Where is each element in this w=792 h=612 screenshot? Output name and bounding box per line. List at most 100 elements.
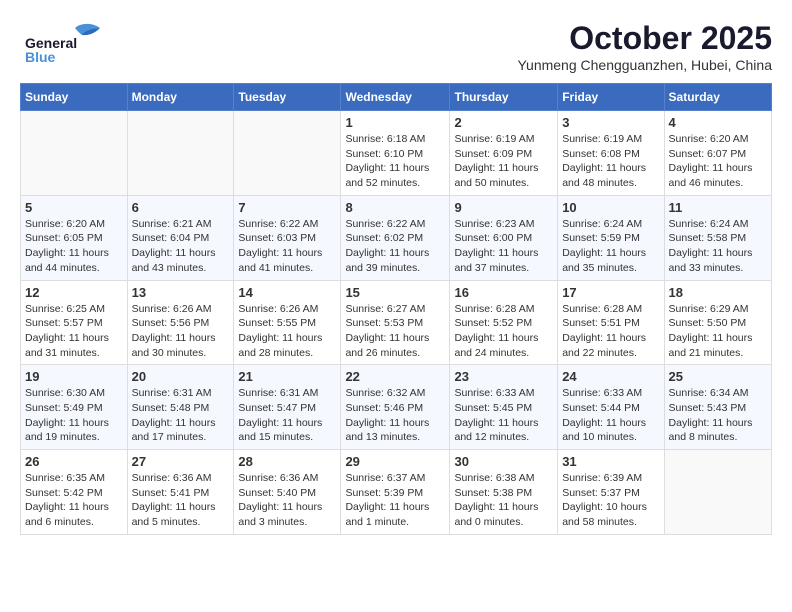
- weekday-header: Sunday: [21, 84, 128, 111]
- calendar-cell: 9 Sunrise: 6:23 AM Sunset: 6:00 PM Daylig…: [450, 195, 558, 280]
- day-number: 30: [454, 454, 553, 469]
- weekday-header-row: SundayMondayTuesdayWednesdayThursdayFrid…: [21, 84, 772, 111]
- calendar-cell: 13 Sunrise: 6:26 AM Sunset: 5:56 PM Dayli…: [127, 280, 234, 365]
- weekday-header: Tuesday: [234, 84, 341, 111]
- location: Yunmeng Chengguanzhen, Hubei, China: [517, 57, 772, 73]
- title-area: October 2025 Yunmeng Chengguanzhen, Hube…: [517, 20, 772, 73]
- calendar-cell: 30 Sunrise: 6:38 AM Sunset: 5:38 PM Dayli…: [450, 450, 558, 535]
- calendar-cell: [234, 111, 341, 196]
- day-info: Sunrise: 6:28 AM Sunset: 5:52 PM Dayligh…: [454, 302, 553, 361]
- weekday-header: Saturday: [664, 84, 771, 111]
- calendar-cell: [664, 450, 771, 535]
- calendar-week-row: 12 Sunrise: 6:25 AM Sunset: 5:57 PM Dayli…: [21, 280, 772, 365]
- day-info: Sunrise: 6:35 AM Sunset: 5:42 PM Dayligh…: [25, 471, 123, 530]
- day-number: 4: [669, 115, 767, 130]
- day-number: 19: [25, 369, 123, 384]
- calendar-cell: 27Sunrise: 6:36 AM Sunset: 5:41 PM Dayli…: [127, 450, 234, 535]
- day-number: 20: [132, 369, 230, 384]
- day-number: 8: [345, 200, 445, 215]
- calendar-cell: 26Sunrise: 6:35 AM Sunset: 5:42 PM Dayli…: [21, 450, 128, 535]
- calendar-cell: 3 Sunrise: 6:19 AM Sunset: 6:08 PM Daylig…: [558, 111, 664, 196]
- page-header: General Blue October 2025 Yunmeng Chengg…: [20, 20, 772, 73]
- day-info: Sunrise: 6:31 AM Sunset: 5:48 PM Dayligh…: [132, 386, 230, 445]
- day-info: Sunrise: 6:25 AM Sunset: 5:57 PM Dayligh…: [25, 302, 123, 361]
- day-number: 31: [562, 454, 659, 469]
- day-number: 22: [345, 369, 445, 384]
- day-info: Sunrise: 6:28 AM Sunset: 5:51 PM Dayligh…: [562, 302, 659, 361]
- weekday-header: Monday: [127, 84, 234, 111]
- day-info: Sunrise: 6:19 AM Sunset: 6:08 PM Dayligh…: [562, 132, 659, 191]
- calendar-week-row: 19 Sunrise: 6:30 AM Sunset: 5:49 PM Dayli…: [21, 365, 772, 450]
- day-number: 3: [562, 115, 659, 130]
- day-info: Sunrise: 6:24 AM Sunset: 5:59 PM Dayligh…: [562, 217, 659, 276]
- calendar-cell: 6Sunrise: 6:21 AM Sunset: 6:04 PM Daylig…: [127, 195, 234, 280]
- calendar-cell: 4 Sunrise: 6:20 AM Sunset: 6:07 PM Daylig…: [664, 111, 771, 196]
- day-info: Sunrise: 6:38 AM Sunset: 5:38 PM Dayligh…: [454, 471, 553, 530]
- day-number: 28: [238, 454, 336, 469]
- day-info: Sunrise: 6:34 AM Sunset: 5:43 PM Dayligh…: [669, 386, 767, 445]
- calendar-table: SundayMondayTuesdayWednesdayThursdayFrid…: [20, 83, 772, 535]
- day-number: 1: [345, 115, 445, 130]
- calendar-cell: 14 Sunrise: 6:26 AM Sunset: 5:55 PM Dayli…: [234, 280, 341, 365]
- day-info: Sunrise: 6:26 AM Sunset: 5:56 PM Dayligh…: [132, 302, 230, 361]
- day-number: 14: [238, 285, 336, 300]
- day-number: 29: [345, 454, 445, 469]
- calendar-cell: 8Sunrise: 6:22 AM Sunset: 6:02 PM Daylig…: [341, 195, 450, 280]
- day-number: 24: [562, 369, 659, 384]
- calendar-cell: 25 Sunrise: 6:34 AM Sunset: 5:43 PM Dayli…: [664, 365, 771, 450]
- day-info: Sunrise: 6:27 AM Sunset: 5:53 PM Dayligh…: [345, 302, 445, 361]
- logo-svg: General Blue: [20, 20, 110, 65]
- day-info: Sunrise: 6:20 AM Sunset: 6:05 PM Dayligh…: [25, 217, 123, 276]
- day-info: Sunrise: 6:33 AM Sunset: 5:44 PM Dayligh…: [562, 386, 659, 445]
- day-number: 13: [132, 285, 230, 300]
- day-number: 7: [238, 200, 336, 215]
- day-number: 6: [132, 200, 230, 215]
- day-number: 16: [454, 285, 553, 300]
- day-number: 17: [562, 285, 659, 300]
- svg-text:Blue: Blue: [25, 49, 56, 65]
- calendar-week-row: 1 Sunrise: 6:18 AM Sunset: 6:10 PM Daylig…: [21, 111, 772, 196]
- day-info: Sunrise: 6:33 AM Sunset: 5:45 PM Dayligh…: [454, 386, 553, 445]
- calendar-cell: 22 Sunrise: 6:32 AM Sunset: 5:46 PM Dayli…: [341, 365, 450, 450]
- day-number: 11: [669, 200, 767, 215]
- calendar-cell: [21, 111, 128, 196]
- day-number: 21: [238, 369, 336, 384]
- calendar-cell: [127, 111, 234, 196]
- calendar-cell: 7 Sunrise: 6:22 AM Sunset: 6:03 PM Daylig…: [234, 195, 341, 280]
- day-number: 2: [454, 115, 553, 130]
- calendar-cell: 19 Sunrise: 6:30 AM Sunset: 5:49 PM Dayli…: [21, 365, 128, 450]
- day-number: 25: [669, 369, 767, 384]
- calendar-cell: 15Sunrise: 6:27 AM Sunset: 5:53 PM Dayli…: [341, 280, 450, 365]
- day-info: Sunrise: 6:26 AM Sunset: 5:55 PM Dayligh…: [238, 302, 336, 361]
- day-info: Sunrise: 6:39 AM Sunset: 5:37 PM Dayligh…: [562, 471, 659, 530]
- weekday-header: Thursday: [450, 84, 558, 111]
- day-number: 5: [25, 200, 123, 215]
- calendar-cell: 20 Sunrise: 6:31 AM Sunset: 5:48 PM Dayli…: [127, 365, 234, 450]
- calendar-cell: 16 Sunrise: 6:28 AM Sunset: 5:52 PM Dayli…: [450, 280, 558, 365]
- calendar-week-row: 26Sunrise: 6:35 AM Sunset: 5:42 PM Dayli…: [21, 450, 772, 535]
- calendar-cell: 18Sunrise: 6:29 AM Sunset: 5:50 PM Dayli…: [664, 280, 771, 365]
- logo: General Blue: [20, 20, 110, 65]
- day-info: Sunrise: 6:31 AM Sunset: 5:47 PM Dayligh…: [238, 386, 336, 445]
- calendar-cell: 1 Sunrise: 6:18 AM Sunset: 6:10 PM Daylig…: [341, 111, 450, 196]
- day-number: 9: [454, 200, 553, 215]
- day-number: 12: [25, 285, 123, 300]
- day-info: Sunrise: 6:18 AM Sunset: 6:10 PM Dayligh…: [345, 132, 445, 191]
- calendar-cell: 29Sunrise: 6:37 AM Sunset: 5:39 PM Dayli…: [341, 450, 450, 535]
- weekday-header: Friday: [558, 84, 664, 111]
- day-info: Sunrise: 6:36 AM Sunset: 5:40 PM Dayligh…: [238, 471, 336, 530]
- calendar-cell: 23Sunrise: 6:33 AM Sunset: 5:45 PM Dayli…: [450, 365, 558, 450]
- day-info: Sunrise: 6:23 AM Sunset: 6:00 PM Dayligh…: [454, 217, 553, 276]
- day-info: Sunrise: 6:20 AM Sunset: 6:07 PM Dayligh…: [669, 132, 767, 191]
- day-info: Sunrise: 6:22 AM Sunset: 6:03 PM Dayligh…: [238, 217, 336, 276]
- day-number: 27: [132, 454, 230, 469]
- calendar-week-row: 5 Sunrise: 6:20 AM Sunset: 6:05 PM Daylig…: [21, 195, 772, 280]
- calendar-cell: 21 Sunrise: 6:31 AM Sunset: 5:47 PM Dayli…: [234, 365, 341, 450]
- day-number: 18: [669, 285, 767, 300]
- calendar-cell: 24 Sunrise: 6:33 AM Sunset: 5:44 PM Dayli…: [558, 365, 664, 450]
- day-info: Sunrise: 6:32 AM Sunset: 5:46 PM Dayligh…: [345, 386, 445, 445]
- day-info: Sunrise: 6:30 AM Sunset: 5:49 PM Dayligh…: [25, 386, 123, 445]
- weekday-header: Wednesday: [341, 84, 450, 111]
- calendar-cell: 5 Sunrise: 6:20 AM Sunset: 6:05 PM Daylig…: [21, 195, 128, 280]
- day-info: Sunrise: 6:24 AM Sunset: 5:58 PM Dayligh…: [669, 217, 767, 276]
